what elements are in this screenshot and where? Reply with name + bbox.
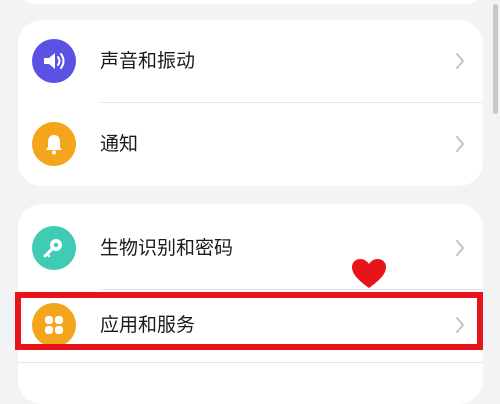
settings-item-label: 声音和振动 — [100, 50, 196, 72]
settings-item-biometrics-passwords[interactable]: 生物识别和密码 — [18, 207, 483, 289]
previous-card-edge — [18, 0, 483, 4]
bell-icon — [32, 122, 76, 166]
divider — [18, 362, 483, 363]
speaker-icon — [32, 39, 76, 83]
chevron-right-icon — [456, 136, 464, 152]
settings-item-apps-services[interactable]: 应用和服务 — [18, 284, 483, 366]
chevron-right-icon — [456, 53, 464, 69]
chevron-right-icon — [456, 240, 464, 256]
settings-group-security-apps: 生物识别和密码 应用和服务 — [18, 204, 483, 404]
chevron-right-icon — [456, 317, 464, 333]
apps-grid-icon — [32, 303, 76, 347]
scrollbar[interactable] — [493, 4, 498, 114]
settings-item-sound-vibration[interactable]: 声音和振动 — [18, 20, 483, 102]
settings-group-sound-notifications: 声音和振动 通知 — [18, 20, 483, 186]
settings-item-notifications[interactable]: 通知 — [18, 103, 483, 185]
key-icon — [32, 226, 76, 270]
settings-item-label: 应用和服务 — [100, 314, 196, 336]
settings-item-label: 生物识别和密码 — [100, 237, 234, 259]
settings-item-label: 通知 — [100, 133, 139, 155]
